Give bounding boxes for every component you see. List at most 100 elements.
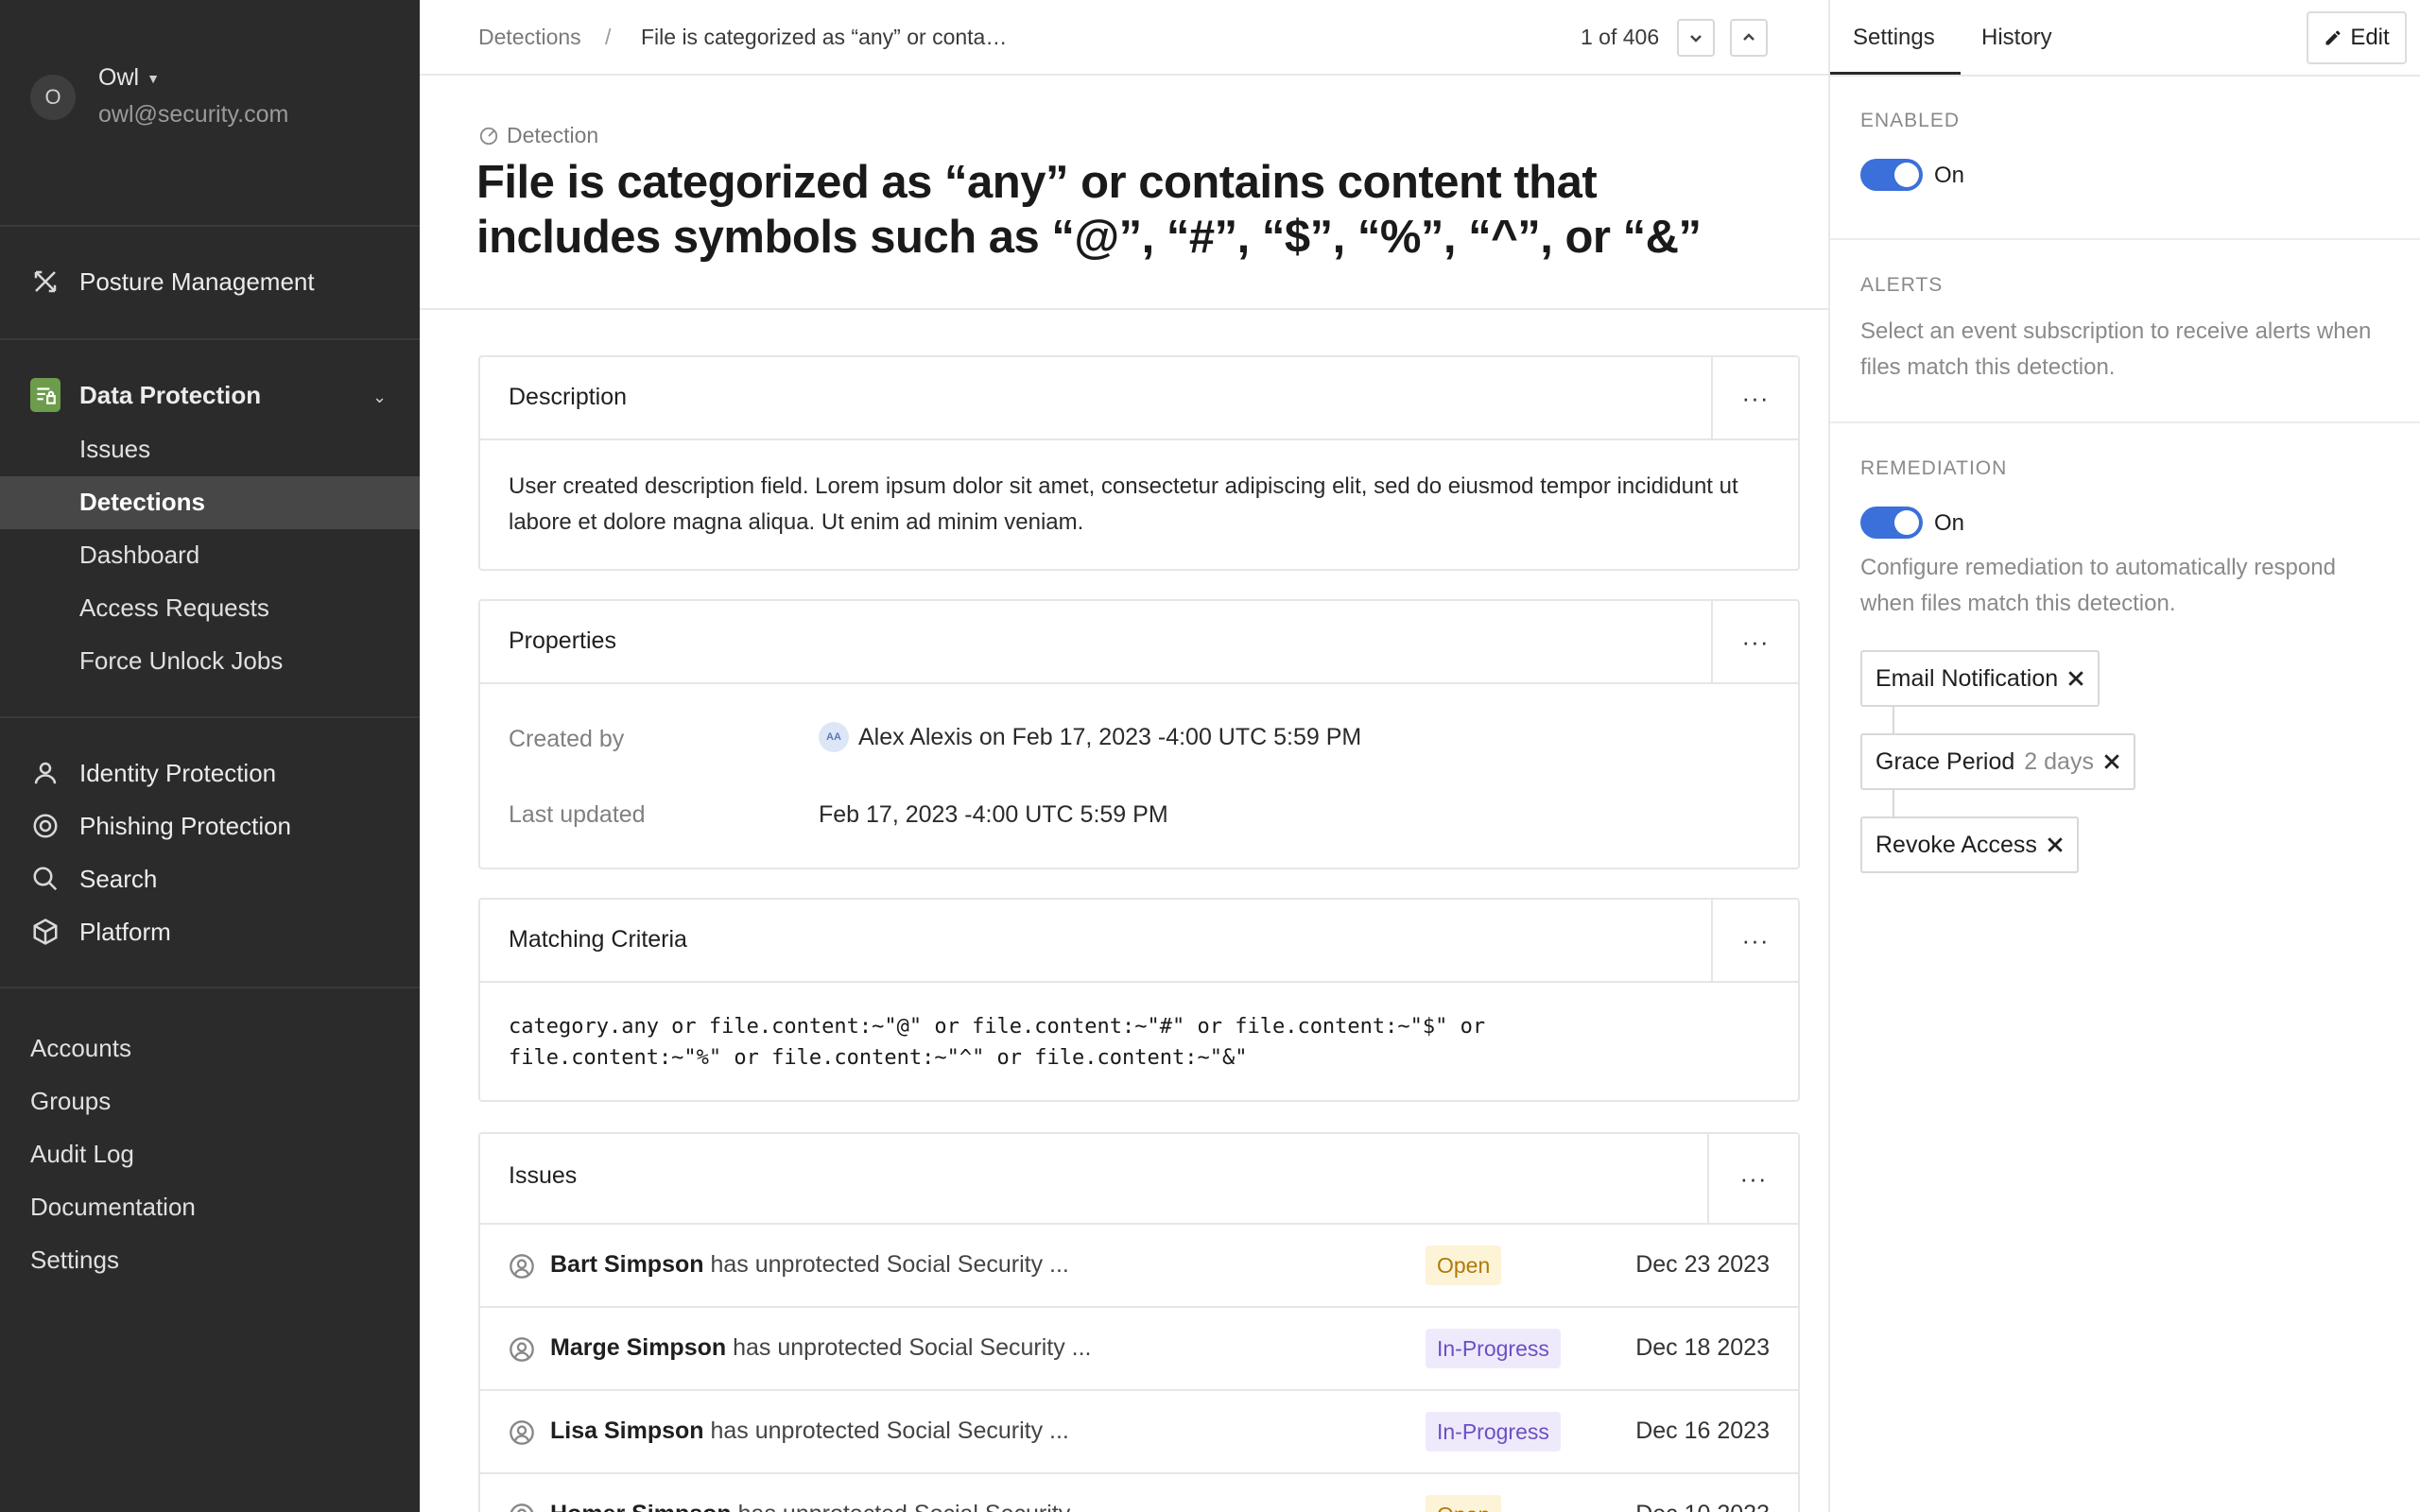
issue-user: Lisa Simpson [550,1418,704,1444]
tab-history[interactable]: History [1981,25,2052,51]
description-card: Description ··· User created description… [478,355,1800,571]
more-options-icon[interactable]: ··· [1711,900,1798,981]
platform-icon [30,917,60,947]
issue-text: has unprotected Social Security ... [710,1418,1069,1444]
issues-card: Issues ··· Bart Simpson has unprotected … [478,1132,1800,1512]
issue-text: has unprotected Social Security ... [710,1251,1069,1278]
criteria-line: category.any or file.content:~"@" or fil… [509,1015,1486,1039]
description-text: User created description field. Lorem ip… [509,473,1738,535]
chevron-down-icon[interactable]: ⌄ [372,387,387,407]
sidebar-item-accounts[interactable]: Accounts [30,1034,131,1063]
connector [1893,788,1894,818]
card-title: Matching Criteria [509,926,687,953]
user-icon [509,1336,535,1363]
tab-settings[interactable]: Settings [1853,25,1935,51]
remediation-label: REMEDIATION [1860,457,2008,479]
sidebar-item-label: Search [79,864,158,893]
more-options-icon[interactable]: ··· [1707,1134,1798,1223]
sidebar-item-search[interactable]: Search [30,864,157,894]
enabled-toggle[interactable] [1860,159,1923,191]
sidebar-item-data-protection[interactable]: Data Protection [30,378,262,412]
sidebar-item-audit-log[interactable]: Audit Log [30,1140,134,1169]
user-icon [509,1253,535,1280]
sidebar-item-dashboard[interactable]: Dashboard [79,541,199,570]
sidebar-item-identity-protection[interactable]: Identity Protection [30,758,276,788]
connector [1893,705,1894,735]
previous-button[interactable] [1730,19,1768,57]
identity-icon [30,758,60,788]
search-icon [30,864,60,894]
alerts-description: Select an event subscription to receive … [1860,318,2372,380]
sidebar-item-label: Posture Management [79,266,315,296]
edit-button[interactable]: Edit [2307,11,2407,64]
issue-date: Dec 18 2023 [1635,1334,1770,1361]
sidebar-item-force-unlock-jobs[interactable]: Force Unlock Jobs [79,646,283,676]
table-row[interactable]: Lisa Simpson has unprotected Social Secu… [480,1389,1798,1472]
sidebar: O Owl ▼ owl@security.com Posture Manageme… [0,0,420,1512]
sidebar-item-detections[interactable]: Detections [79,488,205,517]
tabs-divider [1830,75,2420,77]
remediation-value: On [1934,510,1965,536]
last-updated-label: Last updated [509,801,646,828]
sidebar-item-posture-management[interactable]: Posture Management [30,266,315,297]
page-header: Detection File is categorized as “any” o… [420,77,1828,310]
sidebar-item-phishing-protection[interactable]: Phishing Protection [30,811,291,841]
table-row[interactable]: Bart Simpson has unprotected Social Secu… [480,1223,1798,1306]
table-row[interactable]: Homer Simpson has unprotected Social Sec… [480,1472,1798,1512]
sidebar-item-groups[interactable]: Groups [30,1087,111,1116]
posture-icon [30,266,60,297]
status-badge: In-Progress [1426,1412,1561,1452]
chevron-down-icon [1690,35,1702,43]
chevron-up-icon [1743,33,1754,41]
breadcrumb-separator: / [605,25,612,49]
detection-tag-label: Detection [507,123,599,147]
divider [0,987,420,988]
sidebar-item-platform[interactable]: Platform [30,917,171,947]
close-icon[interactable] [2047,836,2064,853]
alerts-label: ALERTS [1860,274,1944,296]
chip-label: Revoke Access [1876,831,2037,858]
active-tab-indicator [1830,72,1961,75]
sidebar-item-access-requests[interactable]: Access Requests [79,593,269,623]
breadcrumb-detections[interactable]: Detections [478,25,581,50]
user-menu[interactable]: O Owl ▼ owl@security.com [30,64,288,129]
divider [1830,421,2420,423]
user-icon [509,1419,535,1446]
sidebar-item-documentation[interactable]: Documentation [30,1193,196,1222]
close-icon[interactable] [2103,753,2120,770]
remediation-toggle[interactable] [1860,507,1923,539]
status-badge: Open [1426,1495,1502,1512]
sidebar-item-settings[interactable]: Settings [30,1246,119,1275]
close-icon[interactable] [2067,670,2084,687]
criteria-code: category.any or file.content:~"@" or fil… [480,983,1798,1102]
last-updated-value: Feb 17, 2023 -4:00 UTC 5:59 PM [819,801,1168,828]
more-options-icon[interactable]: ··· [1711,357,1798,438]
criteria-line: file.content:~"%" or file.content:~"^" o… [509,1046,1248,1070]
more-options-icon[interactable]: ··· [1711,601,1798,682]
chip-label: Grace Period [1876,747,2015,775]
settings-panel: Settings History Edit ENABLED On ALERTS … [1828,0,2420,1512]
divider [0,225,420,227]
sidebar-item-label: Data Protection [79,380,262,409]
issue-text: has unprotected Social Security ... [733,1334,1092,1361]
remediation-chip-email-notification: Email Notification [1860,650,2100,707]
issue-user: Bart Simpson [550,1251,704,1278]
pencil-icon [2325,30,2341,45]
user-icon [509,1503,535,1512]
status-badge: In-Progress [1426,1329,1561,1368]
last-updated-row: Last updated Feb 17, 2023 -4:00 UTC 5:59… [509,801,1168,829]
created-by-row: Created by AA Alex Alexis on Feb 17, 202… [509,722,1361,753]
sidebar-item-issues[interactable]: Issues [79,435,150,464]
issue-user: Marge Simpson [550,1334,727,1361]
table-row[interactable]: Marge Simpson has unprotected Social Sec… [480,1306,1798,1389]
next-button[interactable] [1677,19,1715,57]
sidebar-item-label: Identity Protection [79,758,277,787]
active-highlight [0,476,420,529]
user-name: Owl [98,64,140,91]
properties-card: Properties ··· Created by AA Alex Alexis… [478,599,1800,869]
status-badge: Open [1426,1246,1502,1285]
issue-text: has unprotected Social Security ... [738,1501,1097,1512]
created-by-value: Alex Alexis on Feb 17, 2023 -4:00 UTC 5:… [858,723,1362,750]
card-title: Properties [509,627,616,654]
chip-label: Email Notification [1876,664,2059,692]
